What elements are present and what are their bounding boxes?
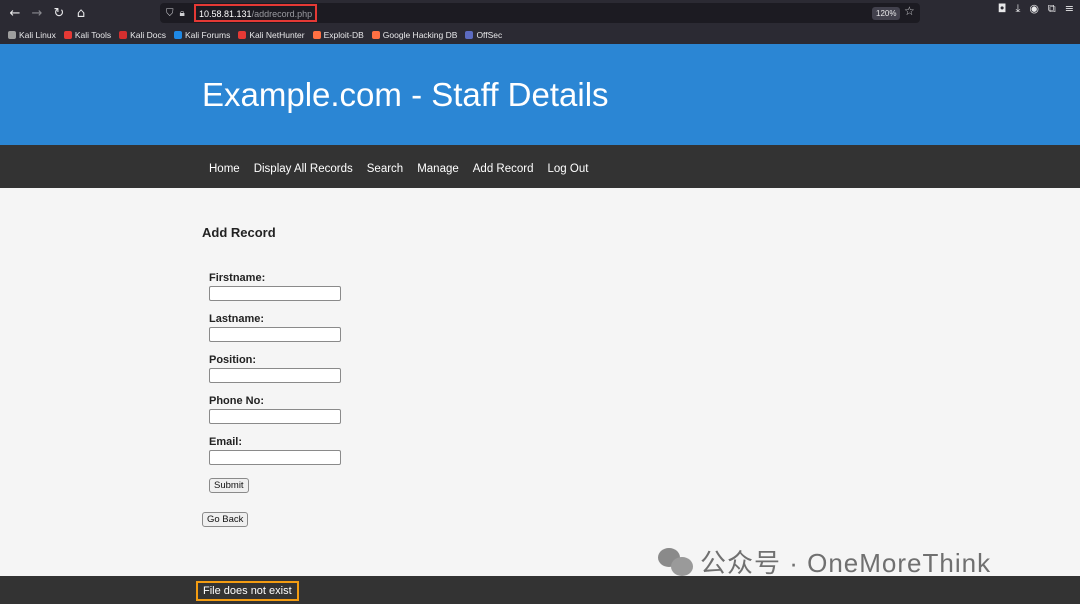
bookmark-google-hacking-db[interactable]: Google Hacking DB	[371, 30, 458, 40]
bookmark-label: Kali Tools	[74, 30, 112, 40]
lock-icon[interactable]: 🔒︎	[180, 8, 185, 19]
bookmark-favicon-icon	[312, 31, 321, 39]
toolbar-right-icons: ◘ ⤓ ◉ ⧉ ≡	[998, 2, 1074, 16]
bookmark-label: OffSec	[476, 30, 503, 40]
form-heading: Add Record	[202, 225, 276, 240]
main-nav: Home Display All Records Search Manage A…	[0, 145, 1080, 188]
bookmark-label: Exploit-DB	[323, 30, 364, 40]
go-back-button[interactable]: Go Back	[202, 512, 249, 527]
status-message: File does not exist	[196, 581, 299, 601]
home-icon[interactable]: ⌂	[70, 2, 92, 24]
bookmark-kali-linux[interactable]: Kali Linux	[8, 30, 56, 40]
phone-input[interactable]	[209, 409, 341, 424]
shield-icon[interactable]: ⛉	[166, 8, 174, 19]
lastname-input[interactable]	[209, 327, 341, 342]
bookmark-kali-tools[interactable]: Kali Tools	[63, 30, 112, 40]
pocket-icon[interactable]: ◘	[998, 2, 1007, 16]
nav-search[interactable]: Search	[367, 163, 403, 175]
nav-home[interactable]: Home	[209, 163, 240, 175]
zoom-indicator[interactable]: 120%	[872, 7, 901, 20]
menu-icon[interactable]: ≡	[1065, 2, 1074, 16]
extensions-icon[interactable]: ⧉	[1048, 2, 1056, 16]
browser-toolbar: ← → ↻ ⌂ ⛉ 🔒︎ 10.58.81.131/addrecord.php …	[0, 0, 1080, 26]
submit-button[interactable]: Submit	[209, 478, 249, 493]
page-footer: File does not exist	[0, 576, 1080, 604]
bookmark-favicon-icon	[465, 31, 474, 39]
url-path: /addrecord.php	[251, 9, 313, 19]
email-input[interactable]	[209, 450, 341, 465]
firstname-input[interactable]	[209, 286, 341, 301]
bookmark-label: Kali Linux	[19, 30, 56, 40]
reload-icon[interactable]: ↻	[48, 2, 70, 24]
nav-log-out[interactable]: Log Out	[548, 163, 589, 175]
back-arrow-icon[interactable]: ←	[4, 2, 26, 24]
watermark-text: 公众号 · OneMoreThink	[700, 548, 992, 578]
forward-arrow-icon[interactable]: →	[26, 2, 48, 24]
bookmark-offsec[interactable]: OffSec	[465, 30, 502, 40]
bookmark-favicon-icon	[371, 31, 380, 39]
bookmark-label: Kali Docs	[130, 30, 166, 40]
bookmarks-bar: Kali Linux Kali Tools Kali Docs Kali Forums…	[0, 26, 1080, 44]
url-text[interactable]: 10.58.81.131/addrecord.php	[194, 4, 318, 22]
site-title: Example.com - Staff Details	[202, 76, 609, 113]
downloads-icon[interactable]: ⤓	[1015, 2, 1020, 16]
nav-manage[interactable]: Manage	[417, 163, 459, 175]
bookmark-star-icon[interactable]: ☆	[904, 4, 915, 18]
bookmark-favicon-icon	[8, 31, 16, 39]
phone-label: Phone No:	[209, 395, 264, 407]
bookmark-favicon-icon	[63, 31, 72, 39]
bookmark-exploit-db[interactable]: Exploit-DB	[312, 30, 364, 40]
watermark: 公众号 · OneMoreThink	[658, 543, 991, 580]
main-content: Add Record Firstname: Lastname: Position…	[0, 188, 1080, 576]
bookmark-label: Kali Forums	[185, 30, 231, 40]
wechat-icon	[658, 546, 694, 578]
nav-add-record[interactable]: Add Record	[473, 163, 534, 175]
bookmark-favicon-icon	[174, 31, 182, 39]
position-input[interactable]	[209, 368, 341, 383]
site-header: Example.com - Staff Details	[0, 44, 1080, 145]
bookmark-kali-docs[interactable]: Kali Docs	[119, 30, 166, 40]
firstname-label: Firstname:	[209, 272, 266, 284]
bookmark-label: Google Hacking DB	[382, 30, 458, 40]
bookmark-kali-nethunter[interactable]: Kali NetHunter	[238, 30, 305, 40]
bookmark-label: Kali NetHunter	[249, 30, 305, 40]
account-icon[interactable]: ◉	[1029, 2, 1039, 16]
email-label: Email:	[209, 436, 243, 448]
position-label: Position:	[209, 354, 257, 366]
bookmark-favicon-icon	[119, 31, 128, 39]
address-bar[interactable]: ⛉ 🔒︎ 10.58.81.131/addrecord.php 120% ☆	[160, 3, 920, 23]
lastname-label: Lastname:	[209, 313, 265, 325]
nav-display-all-records[interactable]: Display All Records	[254, 163, 353, 175]
url-host: 10.58.81.131	[199, 9, 252, 19]
bookmark-kali-forums[interactable]: Kali Forums	[174, 30, 230, 40]
bookmark-favicon-icon	[238, 31, 247, 39]
